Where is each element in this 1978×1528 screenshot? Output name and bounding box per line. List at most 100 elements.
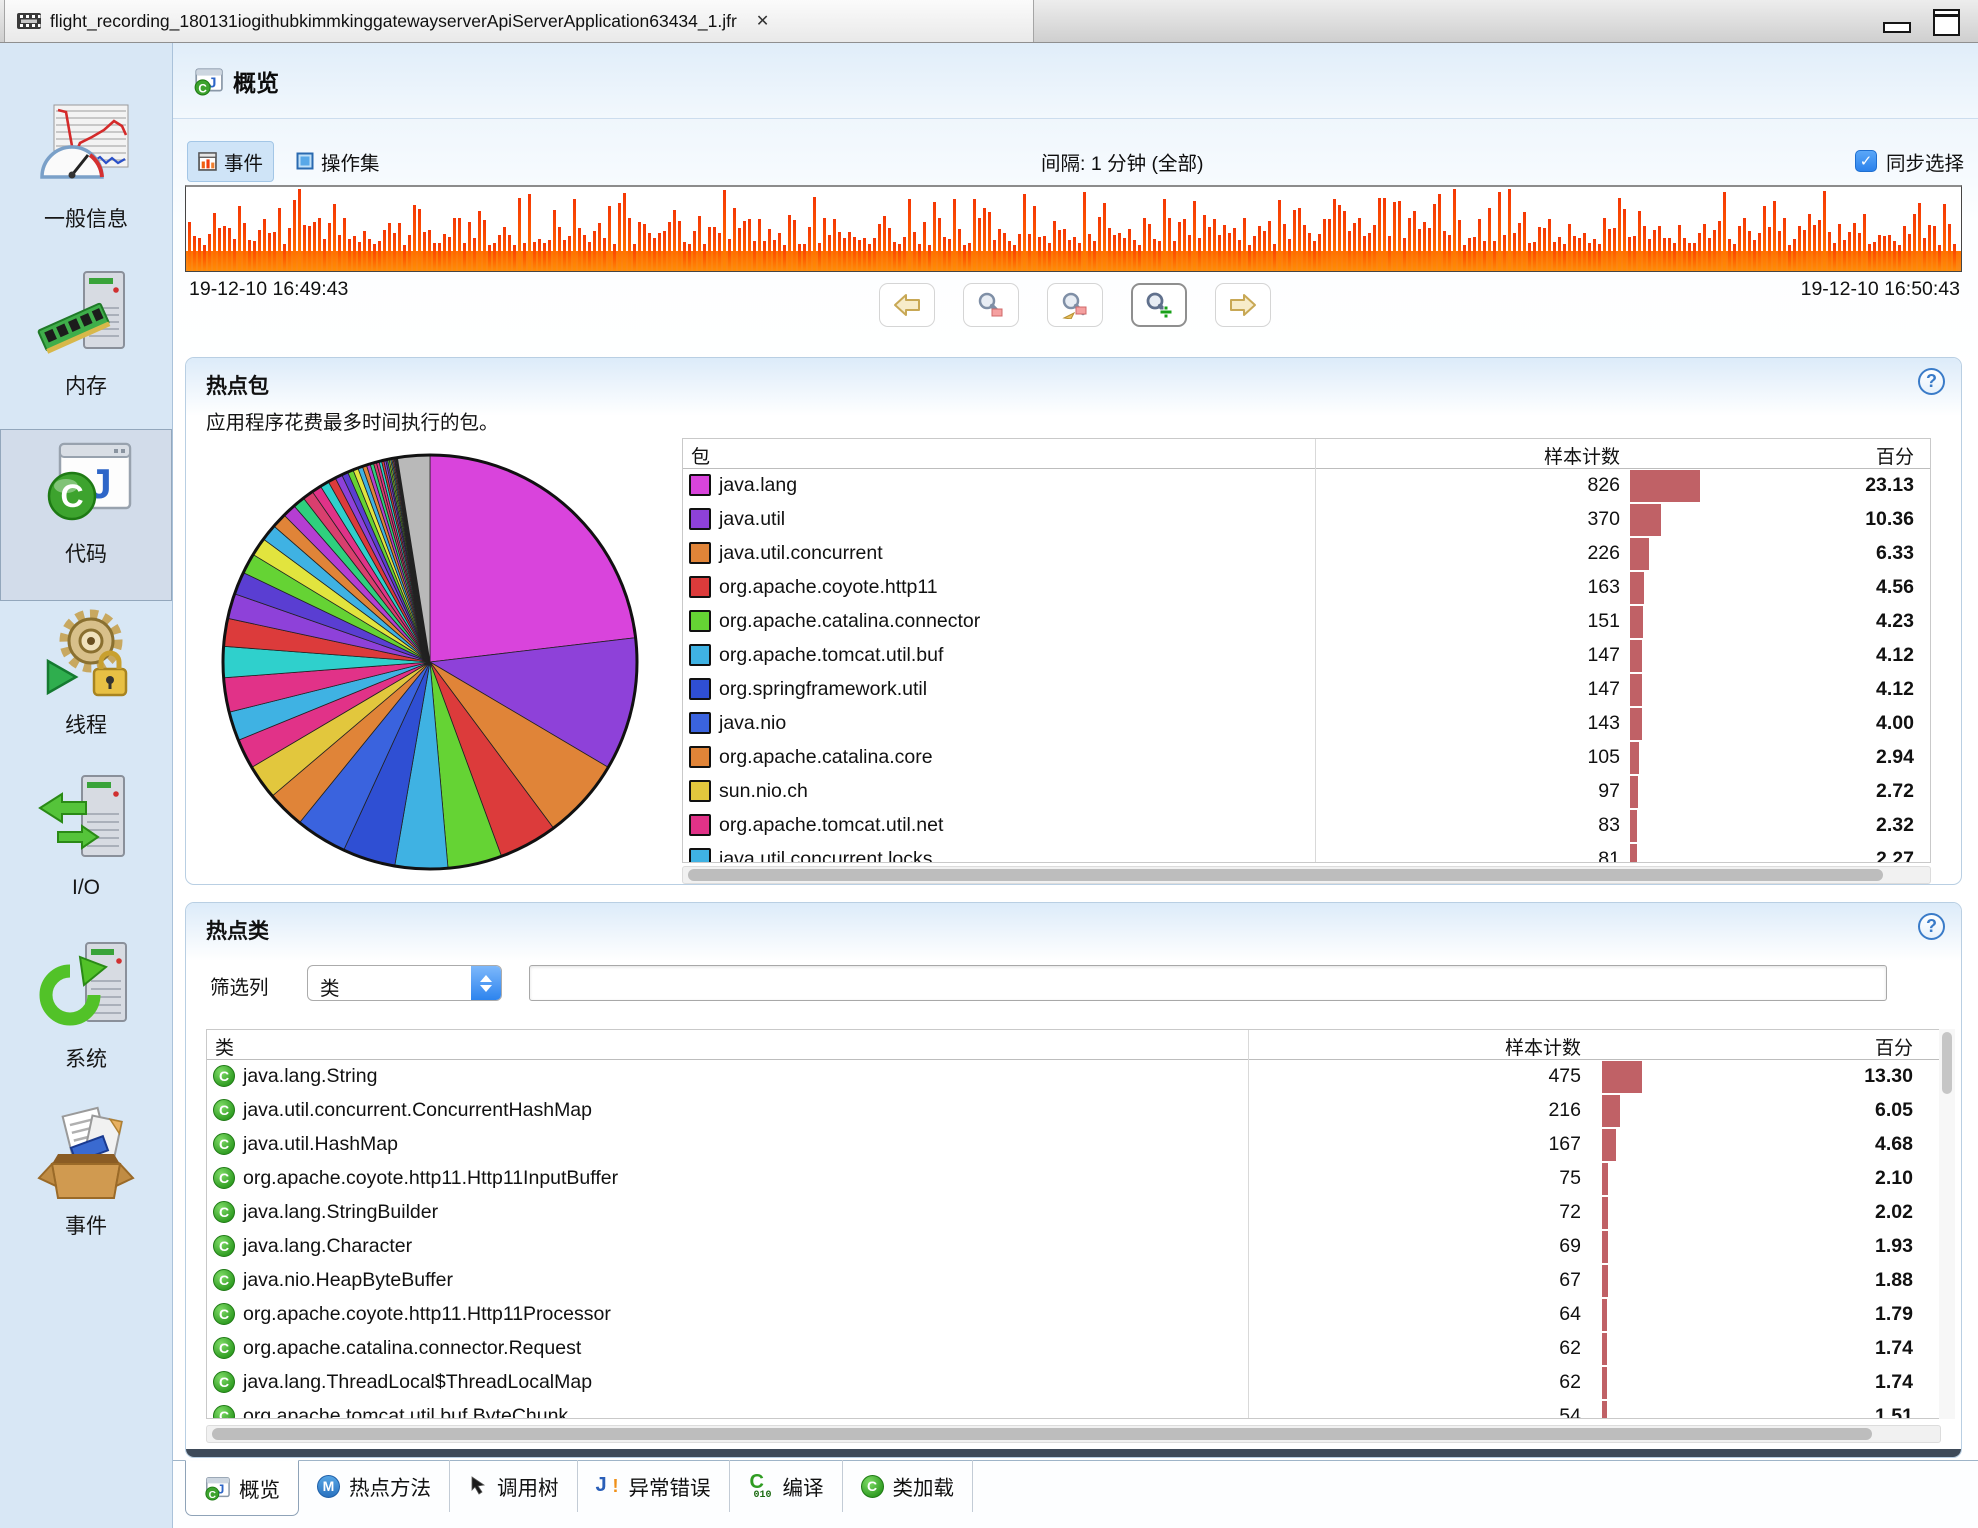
timeline-bar bbox=[1793, 239, 1796, 271]
maximize-button[interactable] bbox=[1933, 9, 1960, 36]
timeline-bar bbox=[1668, 238, 1671, 271]
timeline-bar bbox=[1513, 233, 1516, 271]
timeline-bar bbox=[568, 236, 571, 271]
hot-packages-title: 热点包 bbox=[206, 370, 269, 400]
class-table-row[interactable]: Corg.apache.tomcat.util.buf.ByteChunk541… bbox=[207, 1400, 1940, 1419]
sidebar-item-label: 代码 bbox=[65, 538, 107, 568]
scrollbar-thumb[interactable] bbox=[212, 1428, 1872, 1440]
column-header-samples[interactable]: 样本计数 bbox=[1505, 1033, 1581, 1060]
class-table-row[interactable]: Corg.apache.coyote.http11.Http11InputBuf… bbox=[207, 1162, 1940, 1196]
zoom-selection-button[interactable] bbox=[1047, 283, 1103, 327]
class-table-row[interactable]: Cjava.lang.Character691.93 bbox=[207, 1230, 1940, 1264]
timeline-bar bbox=[1348, 231, 1351, 271]
class-table-row[interactable]: Cjava.lang.ThreadLocal$ThreadLocalMap621… bbox=[207, 1366, 1940, 1400]
class-table-row[interactable]: Corg.apache.catalina.connector.Request62… bbox=[207, 1332, 1940, 1366]
operative-set-button[interactable]: 操作集 bbox=[286, 142, 390, 181]
sidebar-item-label: 内存 bbox=[65, 370, 107, 400]
minimize-button[interactable] bbox=[1883, 22, 1911, 33]
sidebar-item-io[interactable]: I/O bbox=[0, 768, 172, 935]
timeline-bar bbox=[938, 218, 941, 271]
events-toggle-button[interactable]: 事件 bbox=[187, 141, 274, 182]
scrollbar-thumb[interactable] bbox=[688, 869, 1883, 881]
tab-close-icon[interactable]: ✕ bbox=[756, 11, 769, 31]
scrollbar-thumb[interactable] bbox=[1942, 1032, 1952, 1094]
timeline-bar bbox=[803, 244, 806, 271]
tab-call-tree[interactable]: 调用树 bbox=[450, 1460, 578, 1512]
tab-class-loading[interactable]: C 类加载 bbox=[843, 1460, 974, 1512]
zoom-out-button[interactable] bbox=[963, 283, 1019, 327]
tab-exceptions[interactable]: J! 异常错误 bbox=[578, 1460, 730, 1512]
pan-right-button[interactable] bbox=[1215, 283, 1271, 327]
sample-count-bar bbox=[1630, 538, 1649, 570]
recording-tab[interactable]: flight_recording_180131iogithubkimmkingg… bbox=[4, 0, 1034, 42]
class-name: java.lang.StringBuilder bbox=[243, 1201, 438, 1224]
timeline-bar bbox=[693, 231, 696, 271]
timeline-bar bbox=[733, 208, 736, 271]
timeline-bar bbox=[713, 227, 716, 271]
pie-slice[interactable] bbox=[430, 455, 636, 662]
class-table-row[interactable]: Cjava.util.HashMap1674.68 bbox=[207, 1128, 1940, 1162]
filter-column-dropdown[interactable]: 类 bbox=[307, 965, 502, 1001]
overview-tab-icon: J C bbox=[204, 1475, 230, 1501]
sidebar-item-events[interactable]: 事件 bbox=[0, 1102, 172, 1269]
pan-left-button[interactable] bbox=[879, 283, 935, 327]
tab-compilations[interactable]: C010 编译 bbox=[730, 1460, 843, 1512]
help-icon[interactable]: ? bbox=[1918, 368, 1945, 395]
package-table-row[interactable]: java.util.concurrent2266.33 bbox=[683, 537, 1930, 571]
classes-vertical-scrollbar[interactable] bbox=[1939, 1029, 1955, 1419]
panel-bottom-edge bbox=[186, 1449, 1961, 1457]
column-header-samples[interactable]: 样本计数 bbox=[1544, 442, 1620, 469]
sidebar-item-threads[interactable]: 线程 bbox=[0, 601, 172, 768]
package-table-row[interactable]: org.apache.tomcat.util.buf1474.12 bbox=[683, 639, 1930, 673]
class-table-row[interactable]: Cjava.lang.String47513.30 bbox=[207, 1060, 1940, 1094]
tab-overview[interactable]: J C 概览 bbox=[185, 1460, 299, 1516]
event-timeline-chart[interactable] bbox=[185, 185, 1962, 272]
package-table-row[interactable]: sun.nio.ch972.72 bbox=[683, 775, 1930, 809]
sync-selection-checkbox[interactable]: ✓ bbox=[1855, 150, 1877, 172]
column-header-class[interactable]: 类 bbox=[215, 1033, 234, 1060]
timeline-bar bbox=[993, 240, 996, 271]
timeline-bar bbox=[1838, 224, 1841, 271]
class-icon: C bbox=[213, 1133, 235, 1155]
package-table-row[interactable]: java.lang82623.13 bbox=[683, 469, 1930, 503]
sample-count-value: 167 bbox=[1548, 1133, 1581, 1156]
timeline-bar bbox=[1228, 233, 1231, 271]
package-table-row[interactable]: org.springframework.util1474.12 bbox=[683, 673, 1930, 707]
package-table-row[interactable]: org.apache.tomcat.util.net832.32 bbox=[683, 809, 1930, 843]
column-header-package[interactable]: 包 bbox=[691, 442, 710, 469]
class-table-row[interactable]: Corg.apache.coyote.http11.Http11Processo… bbox=[207, 1298, 1940, 1332]
hot-packages-pie-chart[interactable] bbox=[214, 446, 646, 878]
package-color-swatch bbox=[689, 746, 711, 768]
sidebar-item-memory[interactable]: 内存 bbox=[0, 262, 172, 429]
timeline-bar bbox=[593, 231, 596, 271]
package-table-row[interactable]: java.util.concurrent.locks812.27 bbox=[683, 843, 1930, 863]
class-table-row[interactable]: Cjava.nio.HeapByteBuffer671.88 bbox=[207, 1264, 1940, 1298]
package-table-row[interactable]: org.apache.coyote.http111634.56 bbox=[683, 571, 1930, 605]
package-table-row[interactable]: org.apache.catalina.connector1514.23 bbox=[683, 605, 1930, 639]
sample-count-bar bbox=[1602, 1197, 1608, 1229]
sidebar-item-system[interactable]: 系统 bbox=[0, 935, 172, 1102]
package-table-row[interactable]: java.util37010.36 bbox=[683, 503, 1930, 537]
sidebar-item-code[interactable]: J C 代码 bbox=[0, 429, 172, 601]
timeline-bar bbox=[708, 227, 711, 271]
zoom-in-button[interactable] bbox=[1131, 283, 1187, 327]
tab-label: 类加载 bbox=[893, 1471, 955, 1501]
timeline-bar bbox=[533, 242, 536, 272]
sidebar-item-general-info[interactable]: 一般信息 bbox=[0, 95, 172, 262]
page-header: J C 概览 bbox=[173, 43, 1978, 119]
class-table-row[interactable]: Cjava.util.concurrent.ConcurrentHashMap2… bbox=[207, 1094, 1940, 1128]
filter-text-input[interactable] bbox=[529, 965, 1887, 1001]
column-header-percent[interactable]: 百分 bbox=[1876, 442, 1914, 469]
tab-hot-methods[interactable]: M 热点方法 bbox=[299, 1460, 450, 1512]
recording-file-icon bbox=[17, 13, 41, 29]
timeline-bar bbox=[653, 238, 656, 271]
package-table-row[interactable]: org.apache.catalina.core1052.94 bbox=[683, 741, 1930, 775]
packages-horizontal-scrollbar[interactable] bbox=[682, 866, 1931, 884]
package-table-row[interactable]: java.nio1434.00 bbox=[683, 707, 1930, 741]
classes-horizontal-scrollbar[interactable] bbox=[206, 1425, 1941, 1443]
timeline-bar bbox=[1923, 238, 1926, 271]
help-icon[interactable]: ? bbox=[1918, 913, 1945, 940]
class-table-row[interactable]: Cjava.lang.StringBuilder722.02 bbox=[207, 1196, 1940, 1230]
column-header-percent[interactable]: 百分 bbox=[1875, 1033, 1913, 1060]
hot-classes-table: 类 样本计数 百分 Cjava.lang.String47513.30Cjava… bbox=[206, 1029, 1941, 1419]
